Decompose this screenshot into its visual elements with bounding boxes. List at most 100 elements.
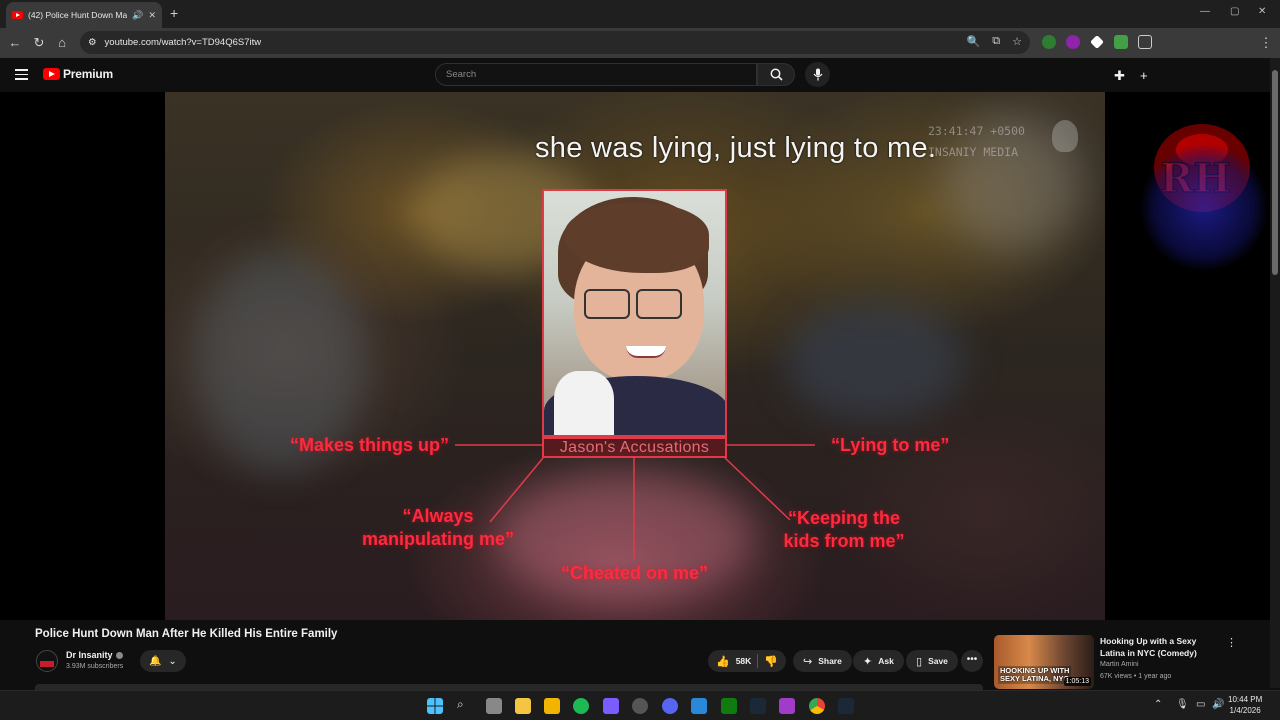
app-icon[interactable] bbox=[779, 698, 795, 714]
clock-time: 10:44 PM bbox=[1228, 695, 1263, 704]
verified-badge-icon bbox=[115, 652, 123, 660]
subscribed-notification-button[interactable]: 🔔 ⌄ bbox=[140, 650, 186, 672]
task-view-icon[interactable] bbox=[486, 698, 502, 714]
quote-makes-things-up: “Makes things up” bbox=[290, 435, 450, 455]
share-icon: ↪ bbox=[803, 655, 813, 668]
zoom-icon[interactable]: 🔍 bbox=[967, 35, 981, 48]
quote-line: “Keeping the bbox=[787, 508, 900, 528]
like-count: 58K bbox=[735, 656, 752, 666]
page-scrollbar[interactable] bbox=[1270, 58, 1280, 688]
new-tab-button[interactable]: + bbox=[170, 5, 178, 21]
recommended-menu-icon[interactable]: ⋮ bbox=[1226, 636, 1237, 649]
extension-icon[interactable] bbox=[1114, 35, 1128, 49]
channel-name-text: Dr Insanity bbox=[66, 650, 113, 660]
store-icon[interactable] bbox=[544, 698, 560, 714]
extension-icon[interactable] bbox=[1066, 35, 1080, 49]
volume-icon[interactable]: 🔊 bbox=[1212, 699, 1224, 710]
recommended-meta: 67K views • 1 year ago bbox=[1100, 673, 1172, 680]
close-tab-icon[interactable]: ✕ bbox=[148, 10, 156, 21]
obs-icon[interactable] bbox=[632, 698, 648, 714]
subscriber-count: 3.93M subscribers bbox=[66, 663, 124, 670]
search-icon[interactable]: ⌕ bbox=[457, 697, 464, 712]
thumbnail-text: HOOKING UP WITH SEXY LATINA, NYC bbox=[998, 666, 1072, 684]
extension-icon[interactable] bbox=[1090, 35, 1104, 49]
ask-label: Ask bbox=[878, 656, 894, 666]
suspect-photo bbox=[542, 189, 727, 437]
video-player[interactable]: she was lying, just lying to me. 23:41:4… bbox=[0, 92, 1270, 620]
microphone-icon bbox=[813, 68, 822, 81]
home-icon[interactable]: ⌂ bbox=[54, 35, 70, 51]
tab-title: (42) Police Hunt Down Man After He Kille… bbox=[28, 10, 128, 20]
browser-menu-icon[interactable]: ⋮ bbox=[1258, 35, 1274, 51]
site-info-icon[interactable]: ⚙ bbox=[88, 37, 97, 48]
quote-line: “Always bbox=[402, 506, 474, 526]
bell-icon: 🔔 bbox=[149, 655, 162, 667]
back-icon[interactable]: ← bbox=[7, 35, 23, 51]
recommended-thumbnail[interactable]: HOOKING UP WITH SEXY LATINA, NYC 1:05:13 bbox=[994, 635, 1094, 689]
microphone-tray-icon[interactable]: 🎙 bbox=[1176, 699, 1189, 710]
url-field[interactable]: ⚙ youtube.com/watch?v=TD94Q6S7itw 🔍 ⧉ ☆ bbox=[80, 31, 1030, 54]
thumbs-up-icon: 👍 bbox=[716, 655, 730, 668]
steam-icon[interactable] bbox=[750, 698, 766, 714]
browser-tab[interactable]: (42) Police Hunt Down Man After He Kille… bbox=[6, 2, 162, 28]
guide-menu-icon[interactable] bbox=[15, 69, 28, 80]
extensions-puzzle-icon[interactable] bbox=[1138, 35, 1152, 49]
youtube-masthead: Premium Search ✚ + bbox=[0, 58, 1280, 92]
create-plus-icon[interactable]: + bbox=[1140, 68, 1148, 83]
search-input[interactable]: Search bbox=[435, 63, 757, 86]
quote-keeping-kids: “Keeping the kids from me” bbox=[781, 507, 907, 553]
scrollbar-thumb[interactable] bbox=[1272, 70, 1278, 275]
ask-button[interactable]: ✦ Ask bbox=[853, 650, 904, 672]
search-button[interactable] bbox=[757, 63, 795, 86]
accusations-label-box: Jason's Accusations bbox=[542, 437, 727, 458]
channel-avatar[interactable] bbox=[36, 650, 58, 672]
share-label: Share bbox=[818, 656, 842, 666]
xbox-icon[interactable] bbox=[721, 698, 737, 714]
recommended-title[interactable]: Hooking Up with a Sexy Latina in NYC (Co… bbox=[1100, 635, 1222, 659]
app-icon[interactable] bbox=[603, 698, 619, 714]
reload-icon[interactable]: ↻ bbox=[31, 35, 47, 51]
close-window-icon[interactable]: ✕ bbox=[1258, 6, 1266, 17]
mail-icon[interactable] bbox=[691, 698, 707, 714]
share-button[interactable]: ↪ Share bbox=[793, 650, 852, 672]
search-icon bbox=[770, 68, 783, 81]
quote-line: manipulating me” bbox=[361, 529, 514, 549]
like-button[interactable]: 👍 58K 👎 bbox=[708, 650, 786, 672]
save-button[interactable]: ▯ Save bbox=[906, 650, 958, 672]
address-bar: ← ↻ ⌂ ⚙ youtube.com/watch?v=TD94Q6S7itw … bbox=[0, 28, 1280, 58]
discord-icon[interactable] bbox=[662, 698, 678, 714]
youtube-premium-logo[interactable]: Premium bbox=[43, 67, 113, 81]
thumbs-down-icon[interactable]: 👎 bbox=[764, 655, 778, 668]
chevron-down-icon: ⌄ bbox=[168, 655, 177, 667]
maximize-icon[interactable]: ▢ bbox=[1230, 6, 1239, 17]
windows-start-icon[interactable] bbox=[427, 698, 443, 714]
youtube-logo-icon bbox=[43, 68, 60, 80]
chrome-icon[interactable] bbox=[809, 698, 825, 714]
minimize-icon[interactable]: — bbox=[1200, 6, 1210, 17]
audio-visualizer-overlay bbox=[1140, 145, 1268, 270]
channel-name[interactable]: Dr Insanity bbox=[66, 650, 123, 660]
file-explorer-icon[interactable] bbox=[515, 698, 531, 714]
voice-search-button[interactable] bbox=[805, 62, 830, 87]
quote-lying-to-me: “Lying to me” bbox=[831, 435, 950, 455]
recommended-channel[interactable]: Martin Amini bbox=[1100, 661, 1139, 668]
tray-overflow-icon[interactable]: ⌃ bbox=[1154, 699, 1162, 710]
save-label: Save bbox=[928, 656, 948, 666]
bookmark-icon: ▯ bbox=[916, 655, 923, 668]
network-icon[interactable]: ▭ bbox=[1196, 699, 1205, 710]
speaker-icon[interactable]: 🔊 bbox=[132, 10, 143, 21]
create-icon[interactable]: ✚ bbox=[1114, 68, 1125, 84]
windows-taskbar: ⌕ ⌃ 🎙 ▭ 🔊 10:44 PM 1/4/2026 bbox=[0, 690, 1280, 720]
youtube-favicon-icon bbox=[12, 11, 23, 19]
system-clock[interactable]: 10:44 PM 1/4/2026 bbox=[1228, 694, 1262, 716]
quote-line: kids from me” bbox=[783, 531, 905, 551]
grammarly-extension-icon[interactable] bbox=[1042, 35, 1056, 49]
sparkle-icon: ✦ bbox=[863, 655, 873, 668]
bookmark-star-icon[interactable]: ☆ bbox=[1012, 35, 1022, 48]
video-duration: 1:05:13 bbox=[1063, 677, 1091, 686]
app-icon[interactable] bbox=[573, 698, 589, 714]
cast-icon[interactable]: ⧉ bbox=[992, 35, 1000, 48]
more-actions-button[interactable]: ••• bbox=[961, 650, 983, 672]
quote-always-manipulating: “Always manipulating me” bbox=[360, 505, 516, 551]
steam-icon[interactable] bbox=[838, 698, 854, 714]
